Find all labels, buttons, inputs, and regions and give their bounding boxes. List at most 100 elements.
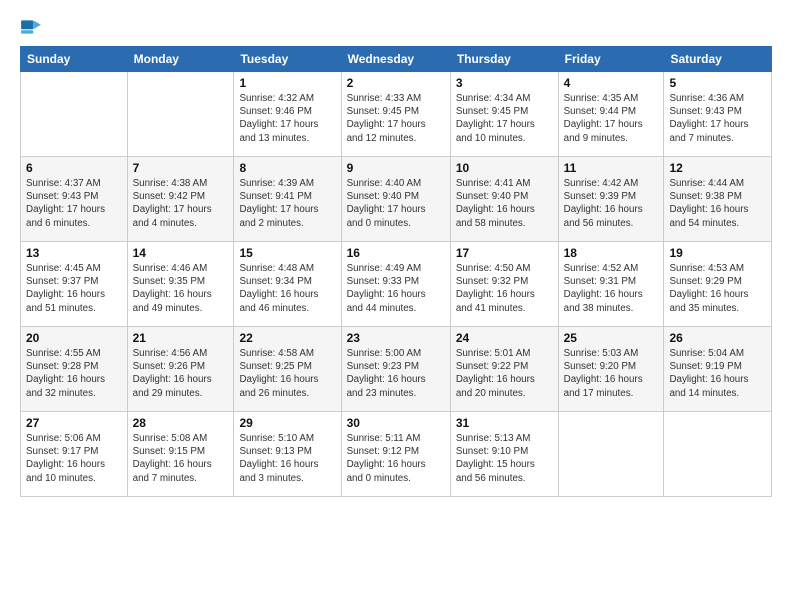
calendar-cell: 10 Sunrise: 4:41 AMSunset: 9:40 PMDayligh… bbox=[450, 157, 558, 242]
day-detail: Sunrise: 4:53 AMSunset: 9:29 PMDaylight:… bbox=[669, 262, 766, 315]
day-number: 4 bbox=[564, 76, 659, 90]
calendar-cell: 26Sunrise: 5:04 AMSunset: 9:19 PMDayligh… bbox=[664, 327, 772, 412]
calendar-cell: 4 Sunrise: 4:35 AMSunset: 9:44 PMDaylight… bbox=[558, 72, 664, 157]
calendar-cell: 7 Sunrise: 4:38 AMSunset: 9:42 PMDaylight… bbox=[127, 157, 234, 242]
calendar-week-row: 20 Sunrise: 4:55 AMSunset: 9:28 PMDayligh… bbox=[21, 327, 772, 412]
calendar-cell: 2Sunrise: 4:33 AMSunset: 9:45 PMDaylight… bbox=[341, 72, 450, 157]
day-number: 24 bbox=[456, 331, 553, 345]
day-detail: Sunrise: 4:48 AMSunset: 9:34 PMDaylight:… bbox=[239, 262, 335, 315]
day-number: 7 bbox=[133, 161, 229, 175]
day-header-sunday: Sunday bbox=[21, 47, 128, 72]
day-detail: Sunrise: 4:55 AMSunset: 9:28 PMDaylight:… bbox=[26, 347, 122, 400]
calendar-cell bbox=[127, 72, 234, 157]
day-number: 5 bbox=[669, 76, 766, 90]
calendar-cell: 9 Sunrise: 4:40 AMSunset: 9:40 PMDaylight… bbox=[341, 157, 450, 242]
calendar-cell: 28 Sunrise: 5:08 AMSunset: 9:15 PMDayligh… bbox=[127, 412, 234, 497]
day-detail: Sunrise: 4:41 AMSunset: 9:40 PMDaylight:… bbox=[456, 177, 553, 230]
day-number: 14 bbox=[133, 246, 229, 260]
day-detail: Sunrise: 4:39 AMSunset: 9:41 PMDaylight:… bbox=[239, 177, 335, 230]
day-number: 26 bbox=[669, 331, 766, 345]
day-number: 1 bbox=[239, 76, 335, 90]
calendar-cell: 13 Sunrise: 4:45 AMSunset: 9:37 PMDayligh… bbox=[21, 242, 128, 327]
day-detail: Sunrise: 5:13 AMSunset: 9:10 PMDaylight:… bbox=[456, 432, 553, 485]
day-number: 8 bbox=[239, 161, 335, 175]
day-detail: Sunrise: 5:11 AMSunset: 9:12 PMDaylight:… bbox=[347, 432, 445, 485]
calendar-cell: 21 Sunrise: 4:56 AMSunset: 9:26 PMDayligh… bbox=[127, 327, 234, 412]
day-detail: Sunrise: 4:49 AMSunset: 9:33 PMDaylight:… bbox=[347, 262, 445, 315]
day-number: 30 bbox=[347, 416, 445, 430]
calendar-cell: 22Sunrise: 4:58 AMSunset: 9:25 PMDayligh… bbox=[234, 327, 341, 412]
day-detail: Sunrise: 4:44 AMSunset: 9:38 PMDaylight:… bbox=[669, 177, 766, 230]
calendar-cell: 11 Sunrise: 4:42 AMSunset: 9:39 PMDayligh… bbox=[558, 157, 664, 242]
calendar-cell: 27 Sunrise: 5:06 AMSunset: 9:17 PMDayligh… bbox=[21, 412, 128, 497]
day-number: 18 bbox=[564, 246, 659, 260]
day-header-tuesday: Tuesday bbox=[234, 47, 341, 72]
day-detail: Sunrise: 4:34 AMSunset: 9:45 PMDaylight:… bbox=[456, 92, 553, 145]
day-number: 27 bbox=[26, 416, 122, 430]
calendar-table: SundayMondayTuesdayWednesdayThursdayFrid… bbox=[20, 46, 772, 497]
day-number: 29 bbox=[239, 416, 335, 430]
day-detail: Sunrise: 4:46 AMSunset: 9:35 PMDaylight:… bbox=[133, 262, 229, 315]
day-detail: Sunrise: 4:36 AMSunset: 9:43 PMDaylight:… bbox=[669, 92, 766, 145]
calendar-week-row: 1Sunrise: 4:32 AMSunset: 9:46 PMDaylight… bbox=[21, 72, 772, 157]
calendar-cell: 14 Sunrise: 4:46 AMSunset: 9:35 PMDayligh… bbox=[127, 242, 234, 327]
day-detail: Sunrise: 4:38 AMSunset: 9:42 PMDaylight:… bbox=[133, 177, 229, 230]
day-number: 22 bbox=[239, 331, 335, 345]
day-detail: Sunrise: 4:35 AMSunset: 9:44 PMDaylight:… bbox=[564, 92, 659, 145]
day-detail: Sunrise: 5:10 AMSunset: 9:13 PMDaylight:… bbox=[239, 432, 335, 485]
calendar-cell: 20 Sunrise: 4:55 AMSunset: 9:28 PMDayligh… bbox=[21, 327, 128, 412]
day-detail: Sunrise: 4:56 AMSunset: 9:26 PMDaylight:… bbox=[133, 347, 229, 400]
day-detail: Sunrise: 5:06 AMSunset: 9:17 PMDaylight:… bbox=[26, 432, 122, 485]
day-number: 31 bbox=[456, 416, 553, 430]
calendar-cell: 29 Sunrise: 5:10 AMSunset: 9:13 PMDayligh… bbox=[234, 412, 341, 497]
day-header-saturday: Saturday bbox=[664, 47, 772, 72]
page: SundayMondayTuesdayWednesdayThursdayFrid… bbox=[0, 0, 792, 612]
day-detail: Sunrise: 5:01 AMSunset: 9:22 PMDaylight:… bbox=[456, 347, 553, 400]
day-number: 6 bbox=[26, 161, 122, 175]
day-number: 17 bbox=[456, 246, 553, 260]
calendar-cell: 25Sunrise: 5:03 AMSunset: 9:20 PMDayligh… bbox=[558, 327, 664, 412]
calendar-week-row: 13 Sunrise: 4:45 AMSunset: 9:37 PMDayligh… bbox=[21, 242, 772, 327]
day-number: 2 bbox=[347, 76, 445, 90]
day-number: 13 bbox=[26, 246, 122, 260]
day-header-wednesday: Wednesday bbox=[341, 47, 450, 72]
calendar-cell: 1Sunrise: 4:32 AMSunset: 9:46 PMDaylight… bbox=[234, 72, 341, 157]
calendar-cell: 5 Sunrise: 4:36 AMSunset: 9:43 PMDaylight… bbox=[664, 72, 772, 157]
day-detail: Sunrise: 4:40 AMSunset: 9:40 PMDaylight:… bbox=[347, 177, 445, 230]
logo bbox=[20, 16, 44, 38]
day-detail: Sunrise: 4:45 AMSunset: 9:37 PMDaylight:… bbox=[26, 262, 122, 315]
logo-icon bbox=[20, 16, 42, 38]
day-number: 15 bbox=[239, 246, 335, 260]
calendar-cell bbox=[21, 72, 128, 157]
calendar-week-row: 6 Sunrise: 4:37 AMSunset: 9:43 PMDaylight… bbox=[21, 157, 772, 242]
day-detail: Sunrise: 4:37 AMSunset: 9:43 PMDaylight:… bbox=[26, 177, 122, 230]
calendar-cell: 18 Sunrise: 4:52 AMSunset: 9:31 PMDayligh… bbox=[558, 242, 664, 327]
day-detail: Sunrise: 5:03 AMSunset: 9:20 PMDaylight:… bbox=[564, 347, 659, 400]
day-header-thursday: Thursday bbox=[450, 47, 558, 72]
day-number: 9 bbox=[347, 161, 445, 175]
day-number: 21 bbox=[133, 331, 229, 345]
day-number: 10 bbox=[456, 161, 553, 175]
day-number: 20 bbox=[26, 331, 122, 345]
day-number: 11 bbox=[564, 161, 659, 175]
day-detail: Sunrise: 4:50 AMSunset: 9:32 PMDaylight:… bbox=[456, 262, 553, 315]
calendar-cell: 17 Sunrise: 4:50 AMSunset: 9:32 PMDayligh… bbox=[450, 242, 558, 327]
day-detail: Sunrise: 4:52 AMSunset: 9:31 PMDaylight:… bbox=[564, 262, 659, 315]
day-number: 12 bbox=[669, 161, 766, 175]
day-number: 19 bbox=[669, 246, 766, 260]
calendar-cell: 12 Sunrise: 4:44 AMSunset: 9:38 PMDayligh… bbox=[664, 157, 772, 242]
calendar-cell: 19 Sunrise: 4:53 AMSunset: 9:29 PMDayligh… bbox=[664, 242, 772, 327]
calendar-cell: 6 Sunrise: 4:37 AMSunset: 9:43 PMDaylight… bbox=[21, 157, 128, 242]
day-number: 28 bbox=[133, 416, 229, 430]
day-header-friday: Friday bbox=[558, 47, 664, 72]
day-detail: Sunrise: 4:42 AMSunset: 9:39 PMDaylight:… bbox=[564, 177, 659, 230]
calendar-cell: 16Sunrise: 4:49 AMSunset: 9:33 PMDayligh… bbox=[341, 242, 450, 327]
day-detail: Sunrise: 5:08 AMSunset: 9:15 PMDaylight:… bbox=[133, 432, 229, 485]
calendar-cell: 8 Sunrise: 4:39 AMSunset: 9:41 PMDaylight… bbox=[234, 157, 341, 242]
calendar-cell bbox=[664, 412, 772, 497]
day-header-monday: Monday bbox=[127, 47, 234, 72]
calendar-cell bbox=[558, 412, 664, 497]
day-number: 3 bbox=[456, 76, 553, 90]
calendar-cell: 30 Sunrise: 5:11 AMSunset: 9:12 PMDayligh… bbox=[341, 412, 450, 497]
calendar-cell: 31 Sunrise: 5:13 AMSunset: 9:10 PMDayligh… bbox=[450, 412, 558, 497]
